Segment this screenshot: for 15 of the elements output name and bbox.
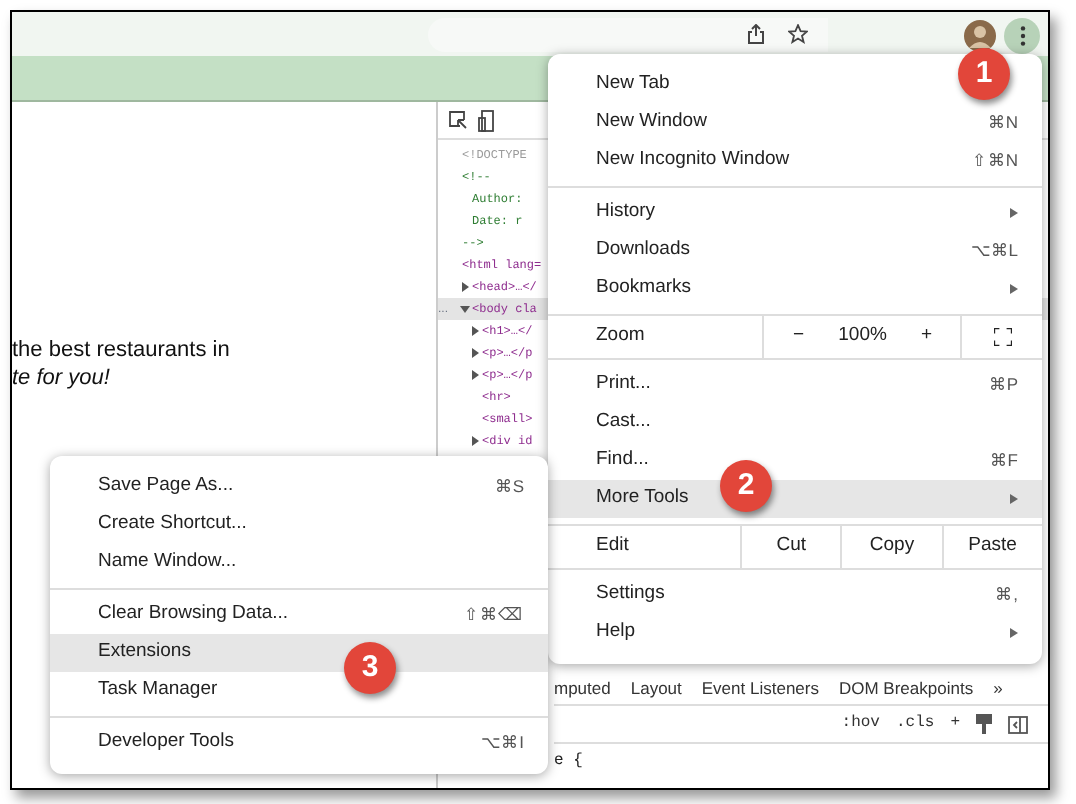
menu-item-label: Zoom [594, 322, 647, 351]
menu-item-label: Edit [594, 532, 631, 561]
shortcut-text: ⌘N [987, 110, 1018, 136]
shortcut-text: ⌘F [989, 448, 1018, 474]
zoom-level: 100% [836, 322, 889, 351]
shortcut-text: ⌘, [995, 582, 1018, 608]
css-rule-text: e { [554, 750, 585, 774]
shortcut-text: ⌘S [494, 474, 524, 500]
shortcut-text: ⌘P [988, 372, 1018, 398]
shortcut-text: ⇧⌘N [971, 148, 1018, 174]
shortcut-text: ⌥⌘I [481, 730, 524, 756]
page-text: the best restaurants in [12, 336, 232, 364]
page-text: te for you! [12, 364, 112, 392]
shortcut-text: ⇧⌘⌫ [464, 602, 524, 628]
shortcut-text: ⌥⌘L [970, 238, 1018, 264]
